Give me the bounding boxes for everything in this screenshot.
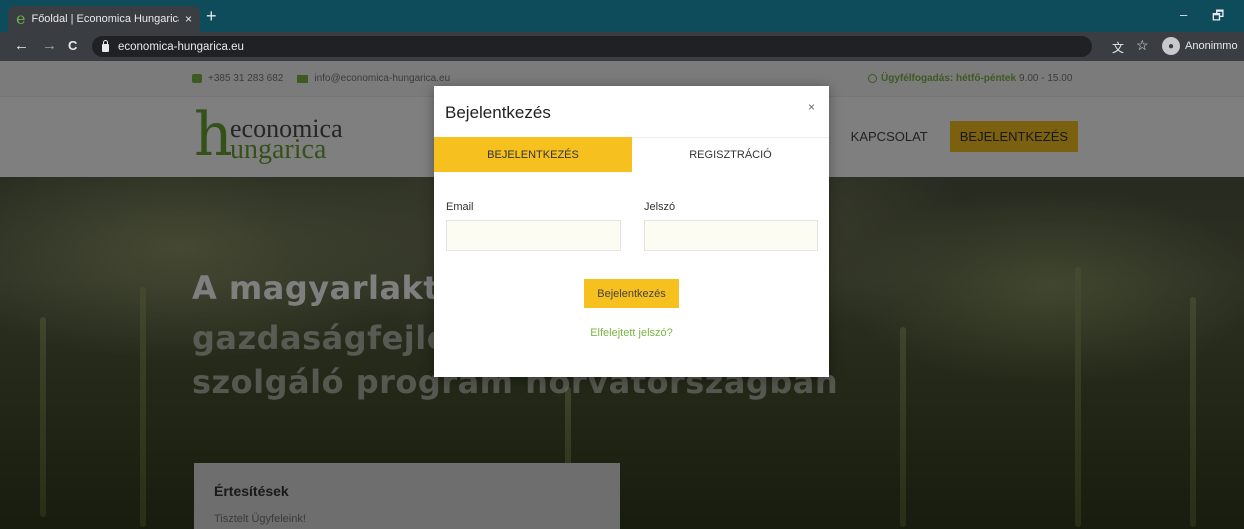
modal-tabs: BEJELENTKEZÉS REGISZTRÁCIÓ — [434, 137, 829, 172]
tab-login[interactable]: BEJELENTKEZÉS — [434, 137, 632, 172]
bookmark-star-icon[interactable]: ☆ — [1136, 37, 1149, 54]
modal-title: Bejelentkezés — [445, 103, 551, 122]
login-modal: Bejelentkezés × BEJELENTKEZÉS REGISZTRÁC… — [434, 86, 829, 377]
incognito-icon: ● — [1162, 37, 1180, 55]
reload-button[interactable]: C — [68, 38, 77, 54]
address-bar[interactable]: economica-hungarica.eu — [92, 36, 1092, 57]
browser-toolbar: ← → C economica-hungarica.eu 文 ☆ ● Anoni… — [0, 32, 1244, 61]
browser-tab[interactable]: e Főoldal | Economica Hungarica × — [8, 6, 200, 32]
browser-window: e Főoldal | Economica Hungarica × + – 🗗 … — [0, 0, 1244, 529]
password-field[interactable] — [644, 220, 818, 251]
minimize-button[interactable]: – — [1180, 7, 1187, 22]
url-text: economica-hungarica.eu — [118, 40, 244, 53]
site-favicon-icon: e — [16, 9, 26, 28]
tab-title: Főoldal | Economica Hungarica — [31, 13, 179, 25]
translate-icon[interactable]: 文 — [1112, 39, 1124, 56]
restore-button[interactable]: 🗗 — [1212, 7, 1224, 29]
tab-close-icon[interactable]: × — [185, 12, 192, 26]
email-field[interactable] — [446, 220, 621, 251]
email-label: Email — [446, 201, 474, 213]
tab-strip: e Főoldal | Economica Hungarica × + – 🗗 — [0, 0, 1244, 32]
profile-button[interactable]: ● Anonimmo — [1162, 37, 1238, 55]
back-button[interactable]: ← — [14, 38, 29, 54]
web-page: +385 31 283 682 info@economica-hungarica… — [0, 61, 1244, 529]
lock-icon — [102, 39, 109, 52]
password-label: Jelszó — [644, 201, 676, 213]
new-tab-button[interactable]: + — [206, 7, 217, 25]
forward-button[interactable]: → — [42, 38, 57, 54]
close-icon[interactable]: × — [808, 100, 815, 114]
login-submit-button[interactable]: Bejelentkezés — [584, 279, 679, 308]
profile-name: Anonimmo — [1185, 40, 1238, 52]
tab-register[interactable]: REGISZTRÁCIÓ — [632, 137, 829, 172]
forgot-password-link[interactable]: Elfelejtett jelszó? — [434, 327, 829, 339]
